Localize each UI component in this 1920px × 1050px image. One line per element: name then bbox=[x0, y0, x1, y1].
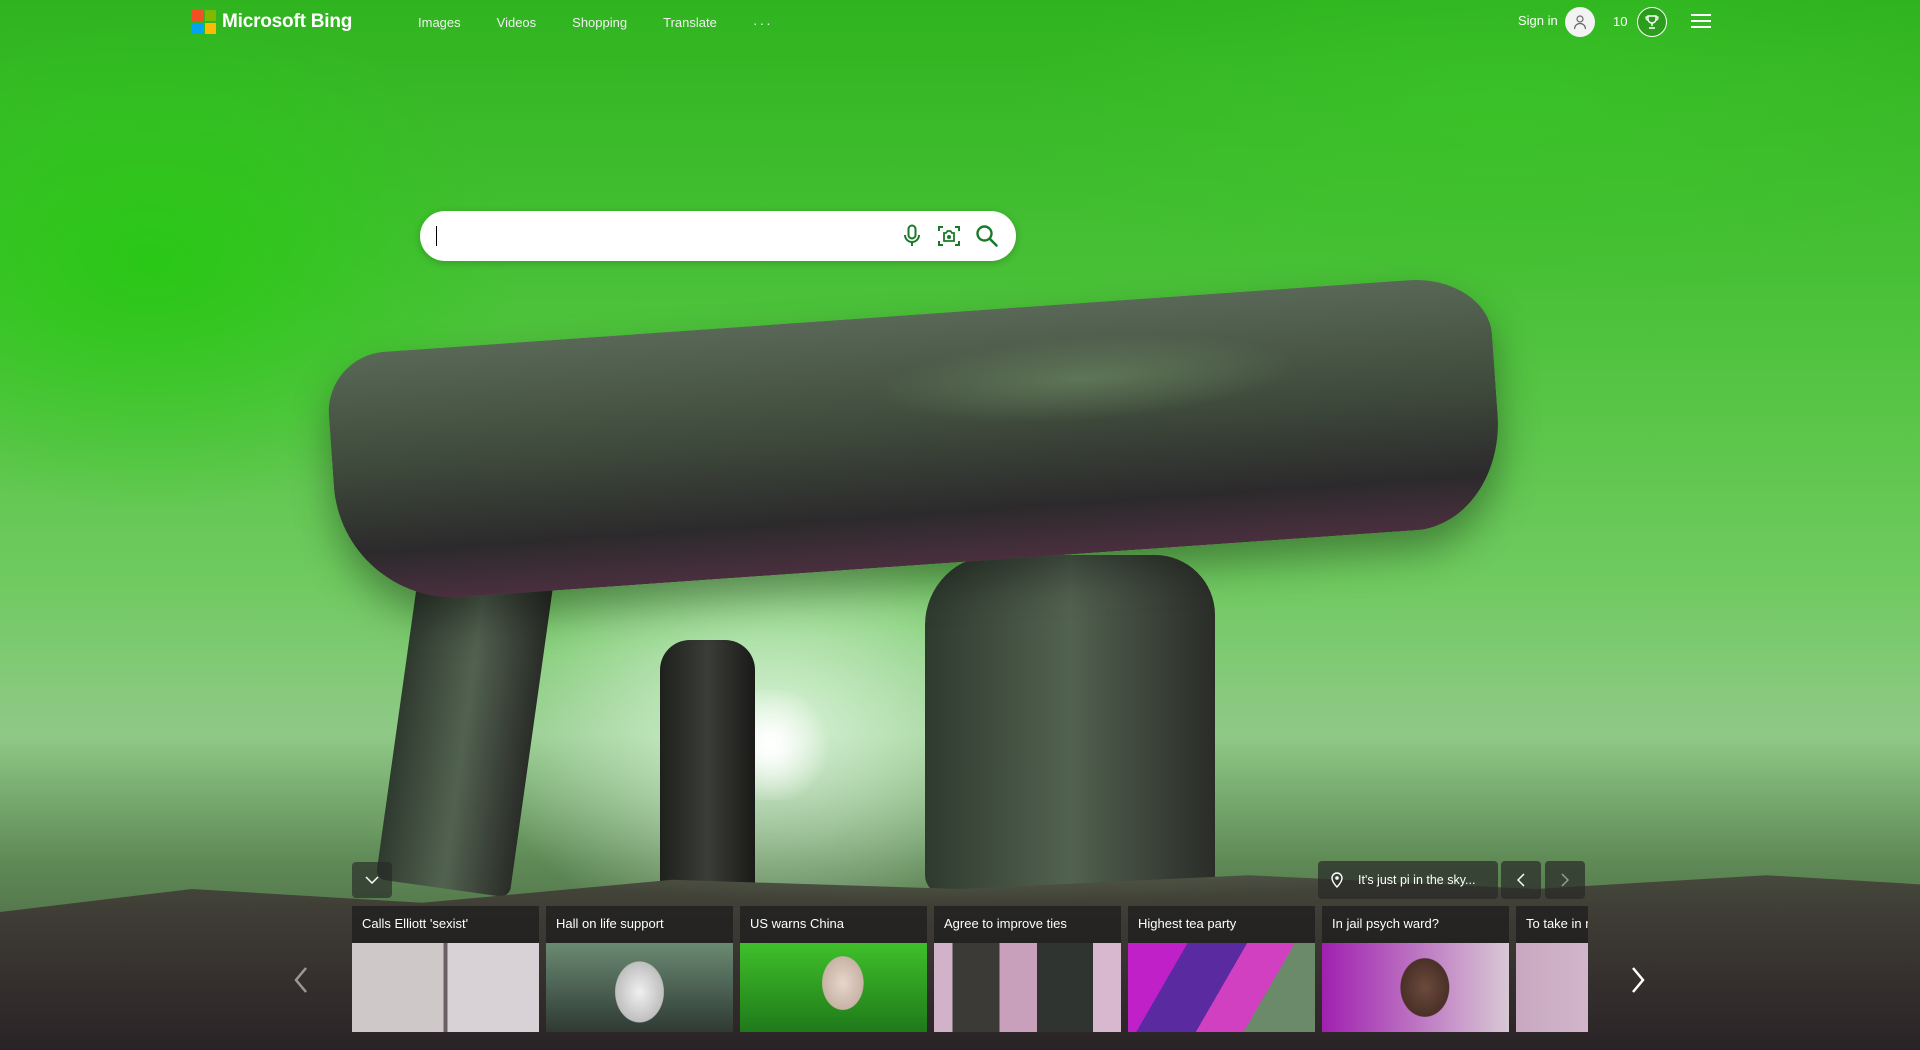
news-prev-button[interactable] bbox=[289, 960, 313, 1000]
text-caret bbox=[436, 226, 437, 246]
collapse-feed-button[interactable] bbox=[352, 862, 392, 898]
background-image bbox=[0, 0, 1920, 1050]
news-card[interactable]: Highest tea party bbox=[1128, 906, 1315, 1032]
news-next-button[interactable] bbox=[1626, 960, 1650, 1000]
nav-more-button[interactable]: ··· bbox=[753, 15, 773, 31]
trophy-icon bbox=[1645, 15, 1659, 29]
image-caption: It's just pi in the sky... bbox=[1358, 873, 1476, 887]
mic-icon[interactable] bbox=[899, 223, 925, 249]
news-card-thumbnail bbox=[1322, 943, 1509, 1032]
news-card-thumbnail bbox=[1128, 943, 1315, 1032]
next-image-button[interactable] bbox=[1545, 861, 1585, 899]
bing-logo[interactable]: Microsoft Bing bbox=[192, 10, 352, 34]
stone-pillar-right bbox=[925, 555, 1215, 895]
nav-images[interactable]: Images bbox=[418, 15, 461, 31]
stone-pillar-middle bbox=[660, 640, 755, 900]
news-card[interactable]: Calls Elliott 'sexist' bbox=[352, 906, 539, 1032]
rewards-trophy-icon[interactable] bbox=[1637, 7, 1667, 37]
news-card-title: US warns China bbox=[750, 916, 844, 931]
chevron-left-icon bbox=[294, 967, 307, 993]
chevron-left-icon bbox=[1517, 873, 1525, 887]
news-card-thumbnail bbox=[1516, 943, 1588, 1032]
news-carousel: Calls Elliott 'sexist' Hall on life supp… bbox=[352, 906, 1588, 1032]
nav-shopping[interactable]: Shopping bbox=[572, 15, 627, 31]
avatar-icon[interactable] bbox=[1565, 7, 1595, 37]
news-card[interactable]: In jail psych ward? bbox=[1322, 906, 1509, 1032]
news-card[interactable]: Hall on life support bbox=[546, 906, 733, 1032]
news-card-title: Highest tea party bbox=[1138, 916, 1237, 931]
chevron-right-icon bbox=[1561, 873, 1569, 887]
microsoft-logo-icon bbox=[192, 10, 216, 34]
person-icon bbox=[1573, 15, 1587, 30]
previous-image-button[interactable] bbox=[1501, 861, 1541, 899]
search-icon[interactable] bbox=[974, 223, 1000, 249]
news-card-title: In jail psych ward? bbox=[1332, 916, 1439, 931]
image-info-button[interactable]: It's just pi in the sky... bbox=[1318, 861, 1498, 899]
search-input[interactable] bbox=[436, 221, 910, 253]
visual-search-icon[interactable] bbox=[936, 223, 962, 249]
sign-in-link[interactable]: Sign in bbox=[1518, 13, 1558, 28]
news-card-thumbnail bbox=[352, 943, 539, 1032]
news-card-thumbnail bbox=[740, 943, 927, 1032]
nav-videos[interactable]: Videos bbox=[497, 15, 537, 31]
news-card[interactable]: To take in n bbox=[1516, 906, 1588, 1032]
brand-name: Microsoft Bing bbox=[222, 11, 353, 32]
news-card[interactable]: US warns China bbox=[740, 906, 927, 1032]
search-box bbox=[420, 211, 1016, 261]
top-header: Microsoft Bing Images Videos Shopping Tr… bbox=[0, 0, 1920, 44]
news-card[interactable]: Agree to improve ties bbox=[934, 906, 1121, 1032]
top-nav: Images Videos Shopping Translate ··· bbox=[418, 15, 773, 31]
news-card-title: Hall on life support bbox=[556, 916, 664, 931]
location-pin-icon bbox=[1330, 872, 1344, 888]
chevron-right-icon bbox=[1632, 967, 1645, 993]
news-card-title: Calls Elliott 'sexist' bbox=[362, 916, 469, 931]
news-card-title: To take in n bbox=[1526, 916, 1588, 931]
chevron-down-icon bbox=[365, 876, 379, 884]
rewards-points[interactable]: 10 bbox=[1613, 14, 1627, 29]
news-card-thumbnail bbox=[546, 943, 733, 1032]
hamburger-menu-icon[interactable] bbox=[1690, 12, 1712, 30]
nav-translate[interactable]: Translate bbox=[663, 15, 717, 31]
news-card-thumbnail bbox=[934, 943, 1121, 1032]
news-card-title: Agree to improve ties bbox=[944, 916, 1067, 931]
